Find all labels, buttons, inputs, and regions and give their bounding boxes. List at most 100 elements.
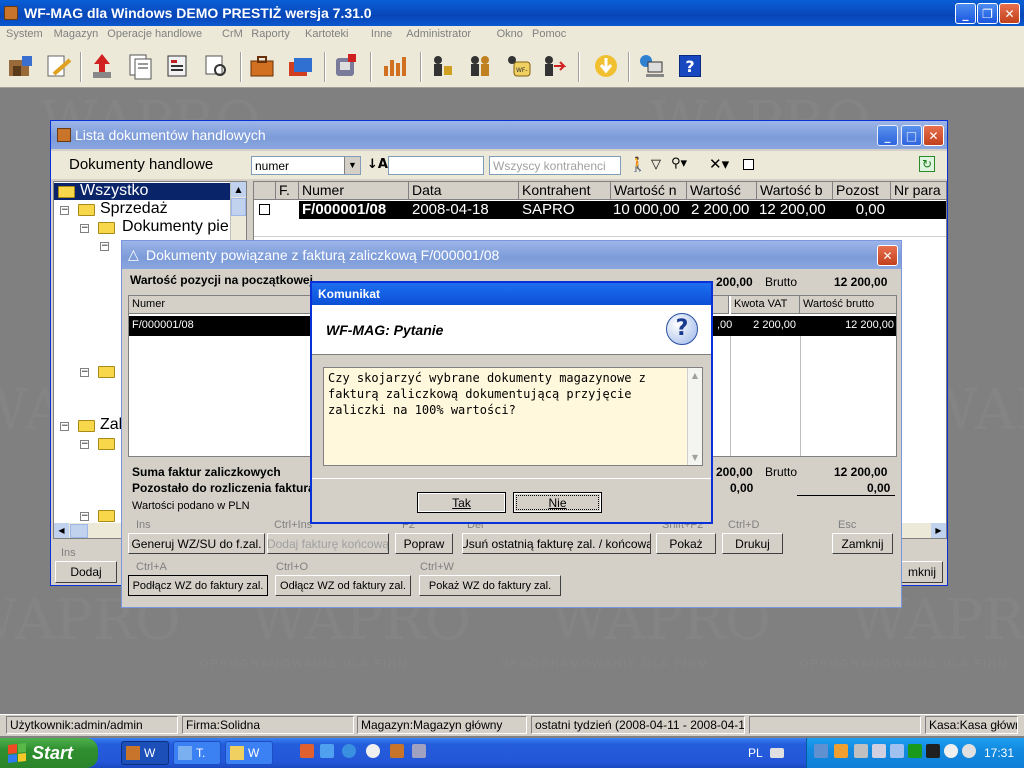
warehouse-icon[interactable] [4,50,36,82]
tray-icon[interactable] [890,744,904,758]
show-button[interactable]: Pokaż [656,533,716,554]
close-dialog-button[interactable]: Zamknij [832,533,893,554]
menu-item-system[interactable]: System [6,28,43,40]
minimize-button[interactable]: _ [955,3,976,24]
search-document-icon[interactable] [200,50,232,82]
grid-header-f[interactable]: F. [276,182,299,200]
generate-wz-button[interactable]: Generuj WZ/SU do f.zal. [128,533,265,554]
grid-header-brutto[interactable]: Wartość b [757,182,833,200]
detach-wz-button[interactable]: Odłącz WZ od faktury zal. [275,575,411,596]
menu-item-magazyn[interactable]: Magazyn [54,28,99,40]
grid-header-kontrahent[interactable]: Kontrahent [519,182,611,200]
tray-icon[interactable] [814,744,828,758]
restore-button[interactable]: ❐ [977,3,998,24]
quicklaunch-icon[interactable] [390,744,404,758]
users-icon[interactable] [464,50,496,82]
contractor-select-icon[interactable]: 🚶 [629,157,646,173]
yes-button[interactable]: Tak [417,492,506,513]
quicklaunch-icon[interactable] [300,744,314,758]
tray-icon[interactable] [962,744,976,758]
scroll-left-icon[interactable]: ◀ [54,523,69,538]
message-scrollbar[interactable]: ▲ ▼ [687,368,702,465]
wfmag-icon[interactable]: WF- [502,50,534,82]
scroll-up-icon[interactable]: ▲ [231,182,246,197]
taskbar-item-wfmag[interactable]: W [121,741,169,765]
collapse-icon[interactable]: − [60,422,69,431]
grid-header-data[interactable]: Data [409,182,519,200]
close-button[interactable]: ✕ [877,245,898,266]
maximize-button[interactable]: □ [901,125,922,146]
grid-header-kwota-vat[interactable]: Kwota VAT [731,296,800,314]
add-button[interactable]: Dodaj [55,561,117,583]
contractor-filter-input[interactable]: Wszyscy kontrahenci [489,156,621,175]
menu-item-pomoc[interactable]: Pomoc [532,28,566,40]
scroll-down-icon[interactable]: ▼ [688,451,702,464]
filter-settings-icon[interactable]: ⚲▾ [671,156,687,171]
transfer-users-icon[interactable] [540,50,572,82]
language-indicator[interactable]: PL [748,746,763,760]
collapse-icon[interactable]: − [80,512,89,521]
tray-icon[interactable] [926,744,940,758]
chart-icon[interactable] [378,50,410,82]
grid-header-netto[interactable]: Wartość n [611,182,687,200]
grid-header-pozost[interactable]: Pozost [833,182,891,200]
menu-item-administrator[interactable]: Administrator [406,28,471,40]
grid-header-wartosc-brutto[interactable]: Wartość brutto [800,296,896,314]
phone-icon[interactable] [330,50,362,82]
grid-header-nr-para[interactable]: Nr para [891,182,946,200]
scroll-thumb[interactable] [70,524,88,538]
tree-item-zal[interactable]: Zal [100,416,122,434]
quicklaunch-icon[interactable] [320,744,334,758]
menu-item-crm[interactable]: CrM [222,28,243,40]
table-row[interactable]: F/000001/08 2008-04-18 SAPRO 10 000,00 2… [254,201,946,219]
media-icon[interactable] [366,744,380,758]
computer-icon[interactable] [636,50,668,82]
help-icon[interactable]: ? [674,50,706,82]
sort-direction-icon[interactable]: ↓A [367,157,388,172]
collapse-icon[interactable]: − [80,224,89,233]
tree-item-sale[interactable]: Sprzedaż [100,200,168,218]
tray-icon[interactable] [908,744,922,758]
no-button[interactable]: Nie [513,492,602,513]
taskbar-item-3[interactable]: W [225,741,273,765]
menu-item-inne[interactable]: Inne [371,28,392,40]
briefcase-icon[interactable] [246,50,278,82]
grid-header-select[interactable] [254,182,276,200]
user-lock-icon[interactable] [426,50,458,82]
grid-header-vat[interactable]: Wartość [687,182,757,200]
search-input[interactable] [388,156,484,175]
filter-icon[interactable]: ▽ [651,157,661,172]
scroll-thumb[interactable] [231,198,246,216]
checkbox-toggle-icon[interactable] [743,159,754,170]
collapse-icon[interactable]: − [60,206,69,215]
close-button[interactable]: ✕ [923,125,944,146]
refresh-icon[interactable]: ↻ [919,156,935,172]
collapse-icon[interactable]: − [80,440,89,449]
grid-header-numer[interactable]: Numer [299,182,409,200]
scroll-right-icon[interactable]: ▶ [931,523,946,538]
tray-icon[interactable] [854,744,868,758]
collapse-icon[interactable]: − [100,242,109,251]
menu-item-kartoteki[interactable]: Kartoteki [305,28,348,40]
cash-register-icon[interactable] [162,50,194,82]
add-final-invoice-button[interactable]: Dodaj fakturę końcową [267,533,389,554]
minimize-button[interactable]: _ [877,125,898,146]
fvat-icon[interactable] [124,50,156,82]
keyboard-icon[interactable] [770,748,784,758]
sort-select[interactable]: numer ▼ [251,156,361,175]
clear-filter-icon[interactable]: ✕▾ [709,155,729,173]
quicklaunch-icon[interactable] [412,744,426,758]
show-wz-button[interactable]: Pokaż WZ do faktury zal. [419,575,561,596]
menu-item-okno[interactable]: Okno [497,28,523,40]
menu-item-operacje-handlowe[interactable]: Operacje handlowe [107,28,202,40]
upload-icon[interactable] [86,50,118,82]
edit-button[interactable]: Popraw [395,533,453,554]
edit-document-icon[interactable] [42,50,74,82]
chevron-down-icon[interactable]: ▼ [344,157,360,174]
row-checkbox[interactable] [259,204,270,215]
taskbar-item-2[interactable]: T. [173,741,221,765]
print-button[interactable]: Drukuj [722,533,783,554]
tray-icon[interactable] [872,744,886,758]
tray-icon[interactable] [834,744,848,758]
close-button[interactable]: ✕ [999,3,1020,24]
